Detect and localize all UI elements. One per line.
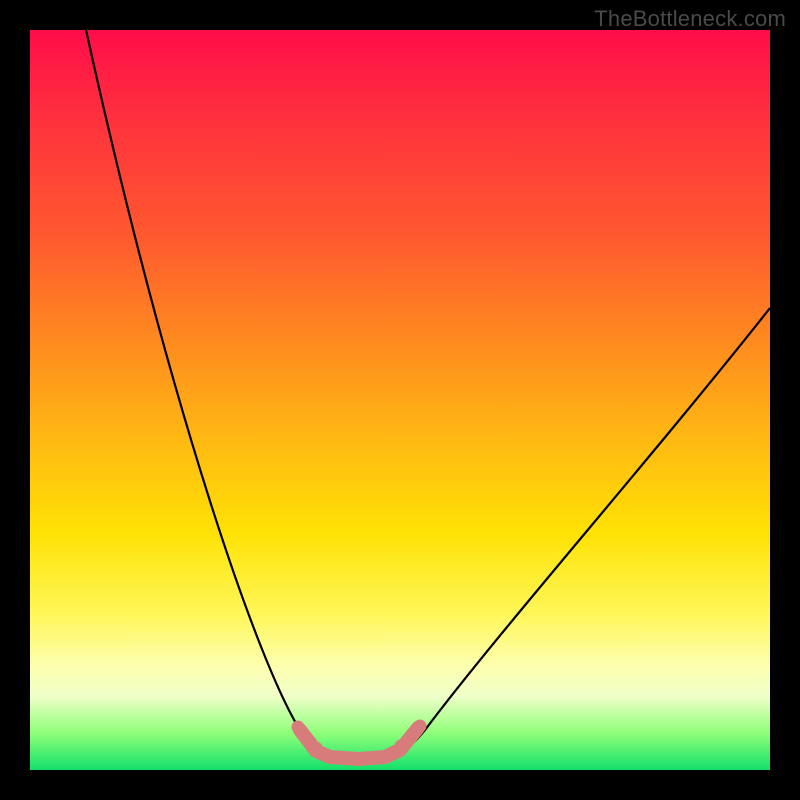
chart-frame: TheBottleneck.com bbox=[0, 0, 800, 800]
bead-dot bbox=[316, 747, 329, 760]
trough-beads-right bbox=[388, 720, 427, 759]
curve-layer bbox=[30, 30, 770, 770]
watermark-text: TheBottleneck.com bbox=[594, 6, 786, 32]
left-curve bbox=[86, 30, 330, 757]
right-curve bbox=[385, 308, 770, 757]
bead-dot bbox=[414, 720, 427, 733]
plot-area bbox=[30, 30, 770, 770]
